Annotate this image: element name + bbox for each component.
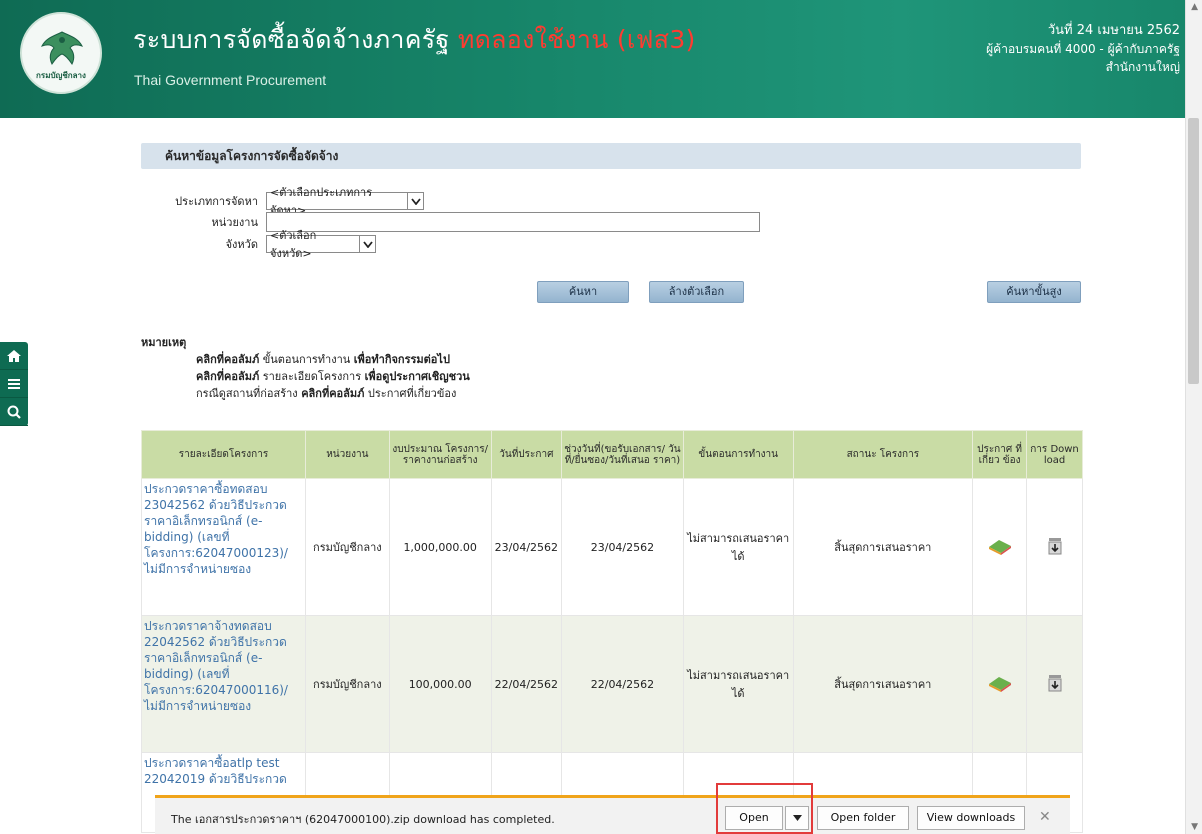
menu-icon [8,378,20,389]
budget-cell: 1,000,000.00 [388,478,492,616]
download-cell[interactable] [1026,615,1083,753]
procurement-type-select[interactable]: <ตัวเลือกประเภทการจัดหา> [266,186,424,217]
site-header: กรมบัญชีกลาง ระบบการจัดซื้อจัดจ้างภาครัฐ… [0,0,1202,118]
page-title: ระบบการจัดซื้อจัดจ้างภาครัฐ ทดลองใช้งาน … [133,20,696,60]
related-cell[interactable] [972,615,1028,753]
agency-label: หน่วยงาน [211,216,258,229]
announce-cell: 23/04/2562 [490,478,563,616]
note-2-a: คลิกที่คอลัมภ์ [196,370,260,383]
open-folder-button[interactable]: Open folder [817,806,909,830]
province-row: จังหวัด <ตัวเลือกจังหวัด> [141,229,376,260]
user-info: วันที่ 24 เมษายน 2562 ผู้ค้าอบรมคนที่ 40… [986,22,1180,76]
user-name: ผู้ค้าอบรมคนที่ 4000 - ผู้ค้ากับภาครัฐ [986,42,1180,56]
logo-caption: กรมบัญชีกลาง [36,71,86,80]
page-scrollbar[interactable]: ▲ ▼ [1185,0,1202,834]
col-related[interactable]: ประกาศ ที่เกี่ยว ข้อง [972,430,1028,479]
project-table: รายละเอียดโครงการ หน่วยงาน งบประมาณ โครง… [141,430,1083,833]
col-status[interactable]: สถานะ โครงการ [792,430,974,479]
menu-button[interactable] [0,370,28,398]
table-row: ประกวดราคาจ้างทดสอบ 22042562 ด้วยวิธีประ… [141,615,1083,753]
download-icon[interactable] [1047,537,1063,555]
col-step[interactable]: ขั้นตอนการทำงาน [682,430,794,479]
open-button-highlight [716,783,813,834]
search-icon [7,405,21,419]
step-cell[interactable]: ไม่สามารถเสนอราคาได้ [682,478,794,616]
province-value: <ตัวเลือกจังหวัด> [270,229,317,260]
home-button[interactable] [0,342,28,370]
procurement-type-label: ประเภทการจัดหา [175,195,258,208]
col-agency[interactable]: หน่วยงาน [304,430,390,479]
office-name: สำนักงานใหญ่ [1105,60,1180,74]
side-toolbar [0,342,28,426]
table-header-row: รายละเอียดโครงการ หน่วยงาน งบประมาณ โครง… [141,430,1083,479]
note-2-c: เพื่อดูประกาศเชิญชวน [364,370,470,383]
province-select[interactable]: <ตัวเลือกจังหวัด> [266,229,376,260]
download-message: The เอกสารประกวดราคาฯ (62047000100).zip … [171,813,555,826]
download-icon[interactable] [1047,674,1063,692]
budget-cell: 100,000.00 [388,615,492,753]
announce-cell: 22/04/2562 [490,615,563,753]
project-link[interactable]: ประกวดราคาจ้างทดสอบ 22042562 ด้วยวิธีประ… [141,615,306,753]
test-phase-label: ทดลองใช้งาน (เฟส3) [457,25,696,54]
clear-filters-button[interactable]: ล้างตัวเลือก [649,281,744,303]
download-notification-bar: The เอกสารประกวดราคาฯ (62047000100).zip … [155,795,1070,834]
note-title: หมายเหตุ [141,336,187,349]
scroll-down-icon[interactable]: ▼ [1191,822,1198,832]
related-doc-icon[interactable] [987,674,1013,692]
step-cell[interactable]: ไม่สามารถเสนอราคาได้ [682,615,794,753]
agency-cell: กรมบัญชีกลาง [304,615,390,753]
status-cell: สิ้นสุดการเสนอราคา [792,478,974,616]
note-line-3: กรณีดูสถานที่ก่อสร้าง คลิกที่คอลัมภ์ ประ… [141,385,470,402]
project-link[interactable]: ประกวดราคาซื้อทดสอบ 23042562 ด้วยวิธีประ… [141,478,306,616]
col-project[interactable]: รายละเอียดโครงการ [141,430,306,479]
note-1-b: ขั้นตอนการทำงาน [262,353,351,366]
system-subtitle: Thai Government Procurement [134,72,327,88]
status-cell: สิ้นสุดการเสนอราคา [792,615,974,753]
close-icon[interactable]: ✕ [1039,809,1051,825]
chevron-down-icon [407,193,423,209]
download-cell[interactable] [1026,478,1083,616]
scroll-up-icon[interactable]: ▲ [1191,2,1198,12]
related-doc-icon[interactable] [987,537,1013,555]
col-period[interactable]: ช่วงวันที่(ขอรับเอกสาร/ วันที่/ยื่นซอง/ว… [561,430,684,479]
view-downloads-button[interactable]: View downloads [917,806,1025,830]
chevron-down-icon [359,236,375,252]
note-section: หมายเหตุ คลิกที่คอลัมภ์ ขั้นตอนการทำงาน … [141,334,470,402]
agency-cell: กรมบัญชีกลาง [304,478,390,616]
note-3-c: ประกาศที่เกี่ยวข้อง [367,387,457,400]
note-3-a: กรณีดูสถานที่ก่อสร้าง [196,387,298,400]
current-date: วันที่ 24 เมษายน 2562 [1047,23,1180,38]
scrollbar-thumb[interactable] [1188,118,1199,384]
col-download[interactable]: การ Down load [1026,430,1083,479]
note-1-a: คลิกที่คอลัมภ์ [196,353,260,366]
note-2-b: รายละเอียดโครงการ [262,370,362,383]
garuda-logo-icon [41,31,83,65]
note-1-c: เพื่อทำกิจกรรมต่อไป [353,353,450,366]
agency-row: หน่วยงาน [141,212,760,232]
table-row: ประกวดราคาซื้อทดสอบ 23042562 ด้วยวิธีประ… [141,478,1083,616]
note-line-2: คลิกที่คอลัมภ์ รายละเอียดโครงการ เพื่อดู… [141,368,470,385]
province-label: จังหวัด [225,238,258,251]
system-name: ระบบการจัดซื้อจัดจ้างภาครัฐ [133,25,450,54]
government-logo[interactable]: กรมบัญชีกลาง [20,12,102,94]
note-line-1: คลิกที่คอลัมภ์ ขั้นตอนการทำงาน เพื่อทำกิ… [141,351,470,368]
related-cell[interactable] [972,478,1028,616]
search-panel-title: ค้นหาข้อมูลโครงการจัดซื้อจัดจ้าง [141,143,1081,169]
advanced-search-button[interactable]: ค้นหาขั้นสูง [987,281,1081,303]
search-submit-button[interactable]: ค้นหา [537,281,629,303]
note-3-b: คลิกที่คอลัมภ์ [301,387,365,400]
period-cell: 22/04/2562 [561,615,684,753]
home-icon [7,349,21,362]
procurement-type-row: ประเภทการจัดหา <ตัวเลือกประเภทการจัดหา> [141,186,424,217]
search-button[interactable] [0,398,28,426]
col-budget[interactable]: งบประมาณ โครงการ/ ราคางานก่อสร้าง [388,430,492,479]
col-announce-date[interactable]: วันที่ประกาศ [490,430,563,479]
period-cell: 23/04/2562 [561,478,684,616]
